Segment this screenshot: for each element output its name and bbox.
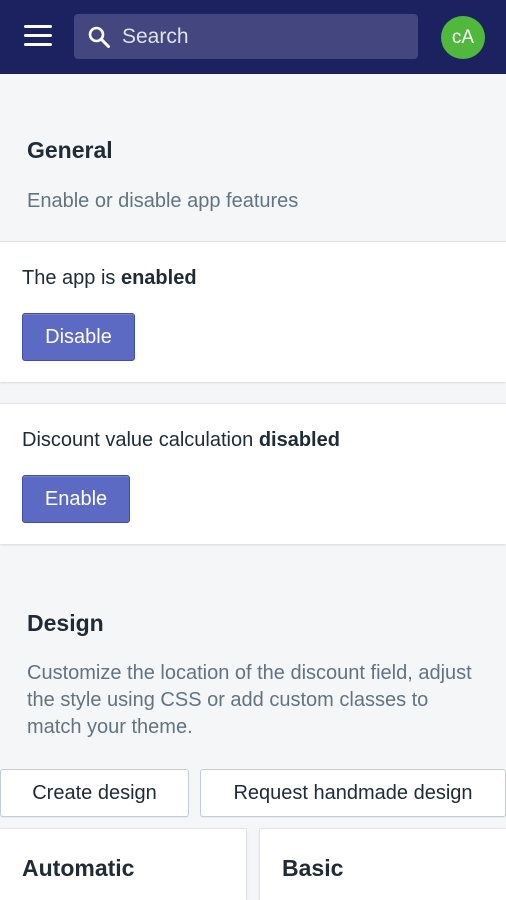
general-section-description: Enable or disable app features [27, 190, 299, 212]
design-option-basic[interactable]: Basic [260, 829, 506, 900]
discount-status-state: disabled [258, 429, 340, 451]
discount-status-prefix: Discount value calculation [22, 429, 254, 451]
general-section-title: General [27, 137, 113, 163]
search-icon [88, 26, 110, 48]
avatar[interactable]: cA [441, 16, 485, 59]
discount-status-card: Discount value calculation disabled Enab… [0, 403, 506, 544]
enable-button[interactable]: Enable [22, 475, 130, 523]
app-status-text: The app is enabled [22, 267, 197, 290]
design-option-title: Basic [282, 855, 344, 881]
app-status-card: The app is enabled Disable [0, 241, 506, 382]
app-status-state: enabled [120, 267, 197, 289]
search-input[interactable] [122, 14, 402, 59]
menu-icon[interactable] [24, 25, 52, 47]
discount-status-text: Discount value calculation disabled [22, 429, 340, 452]
top-bar: cA [0, 0, 506, 74]
create-design-button[interactable]: Create design [0, 769, 189, 817]
design-option-automatic[interactable]: Automatic [0, 829, 246, 900]
search-bar[interactable] [74, 14, 418, 59]
app-status-prefix: The app is [22, 267, 116, 289]
disable-button[interactable]: Disable [22, 313, 135, 361]
design-option-title: Automatic [22, 855, 135, 881]
design-section-title: Design [27, 610, 104, 636]
design-section-description: Customize the location of the discount f… [27, 662, 472, 738]
request-handmade-design-button[interactable]: Request handmade design [200, 769, 506, 817]
